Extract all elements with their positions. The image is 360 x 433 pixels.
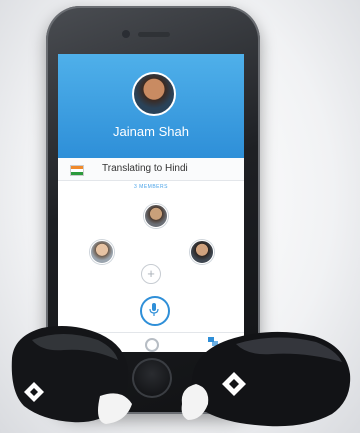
member-avatar-sergio[interactable] bbox=[190, 240, 214, 264]
add-member-icon[interactable]: + bbox=[141, 264, 161, 284]
member-avatar-george[interactable] bbox=[90, 240, 114, 264]
profile-name: Jainam Shah bbox=[113, 124, 189, 139]
app-screen: Jainam Shah Translating to Hindi 3 MEMBE… bbox=[58, 54, 244, 352]
translation-label: Translating to Hindi bbox=[102, 163, 188, 174]
left-earbud bbox=[11, 326, 132, 424]
record-tab-icon[interactable] bbox=[145, 338, 159, 352]
right-earbud bbox=[181, 331, 351, 427]
front-camera bbox=[122, 30, 130, 38]
translation-row[interactable]: Translating to Hindi bbox=[58, 158, 244, 181]
microphone-icon bbox=[149, 303, 159, 316]
home-button-icon[interactable] bbox=[132, 358, 172, 398]
members-count-label: 3 MEMBERS bbox=[134, 184, 168, 190]
microphone-button[interactable] bbox=[140, 296, 170, 326]
earpiece-speaker bbox=[138, 32, 170, 37]
profile-header: Jainam Shah bbox=[58, 54, 244, 158]
india-flag-icon bbox=[70, 165, 84, 176]
profile-avatar bbox=[132, 72, 176, 116]
member-avatar-ali[interactable] bbox=[144, 204, 168, 228]
